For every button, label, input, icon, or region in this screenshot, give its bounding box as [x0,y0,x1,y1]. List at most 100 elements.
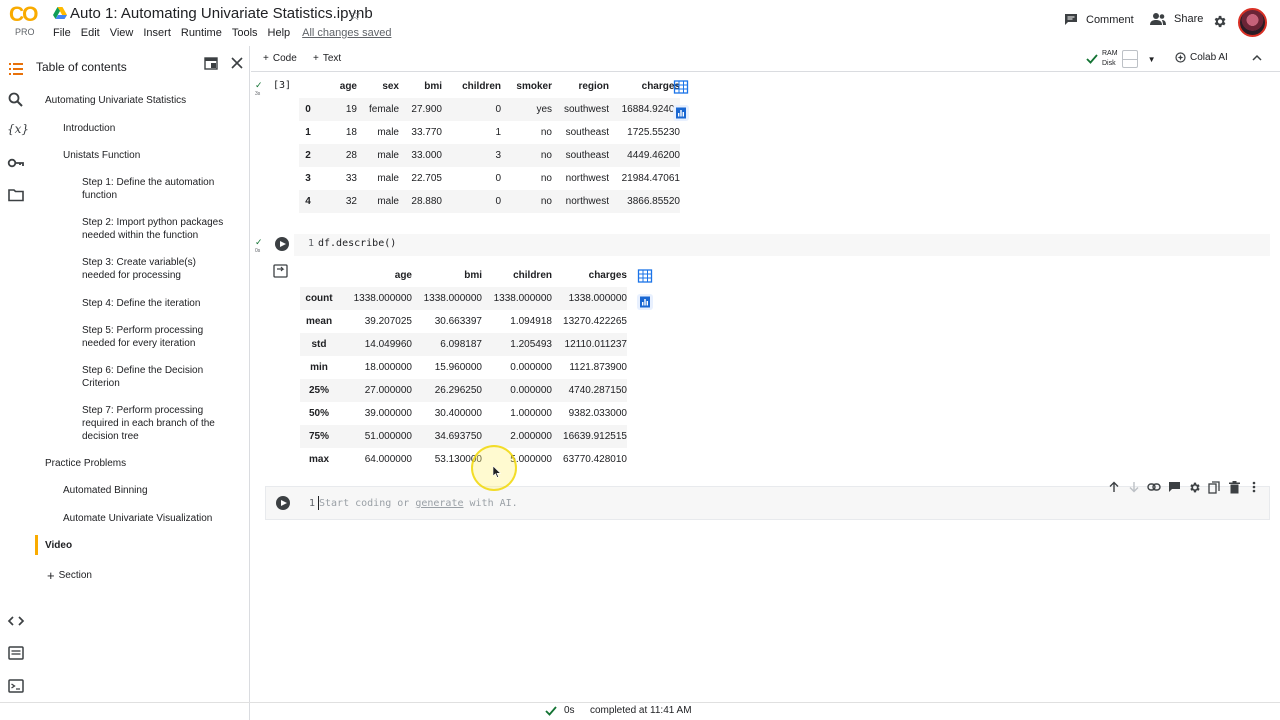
code-editor[interactable]: 1 df.describe() [294,234,1270,256]
menu-edit[interactable]: Edit [81,27,100,39]
cell-toolbar [1106,479,1262,495]
generate-link[interactable]: generate [415,498,463,509]
toc-item-automate-univariate-visualization[interactable]: Automate Univariate Visualization [63,512,233,525]
table-view-icon[interactable] [637,268,653,284]
colab-logo[interactable]: CO PRO [9,4,43,41]
code-placeholder[interactable]: Start coding or generate with AI. [319,498,518,509]
variables-icon[interactable]: {x} [7,122,29,140]
add-code-button[interactable]: + Code [263,53,297,64]
table-cell: 34.693750 [434,431,482,442]
terminal-icon[interactable] [7,677,25,695]
key-icon[interactable] [7,154,25,172]
mouse-pointer-icon [493,466,501,478]
menu-tools[interactable]: Tools [232,27,258,39]
chart-suggest-icon[interactable] [673,105,689,121]
open-in-tab-icon[interactable] [204,57,218,70]
move-down-icon[interactable] [1126,479,1142,495]
add-section-button[interactable]: + Section [47,568,92,583]
menu-help[interactable]: Help [268,27,291,39]
table-cell: 18 [345,127,357,138]
menu-runtime[interactable]: Runtime [181,27,222,39]
toc-item-step-7[interactable]: Step 7: Perform processing required in e… [82,404,232,443]
toc-item-unistats-function[interactable]: Unistats Function [63,149,233,162]
toc-item-step-4[interactable]: Step 4: Define the iteration [82,297,232,310]
table-cell: 1338.000000 [493,293,552,304]
row-index: 1 [305,127,311,138]
comment-button[interactable]: Comment [1064,13,1134,26]
toc-item-automating-univariate-statistics[interactable]: Automating Univariate Statistics [45,94,235,107]
menu-insert[interactable]: Insert [143,27,171,39]
drive-icon[interactable] [53,7,67,19]
table-cell: male [377,150,399,161]
table-cell: 1338.000000 [423,293,482,304]
table-cell: 1338.000000 [568,293,627,304]
menu-view[interactable]: View [110,27,134,39]
more-vert-icon[interactable] [1246,479,1262,495]
row-index: mean [305,316,333,327]
add-code-label: Code [272,53,297,64]
table-header-row: age sex bmi children smoker region charg… [299,75,680,98]
add-text-button[interactable]: + Text [313,53,341,64]
share-button[interactable]: Share [1150,13,1203,25]
table-cell: 12110.011237 [564,339,627,350]
menu-bar: File Edit View Insert Runtime Tools Help… [53,27,401,39]
column-header: age [339,81,357,92]
toc-item-step-5[interactable]: Step 5: Perform processing needed for ev… [82,324,232,350]
column-header: children [513,270,552,281]
code-snippets-icon[interactable] [7,612,25,630]
table-cell: 16884.92400 [621,104,680,115]
status-message[interactable]: completed at 11:41 AM [590,705,692,716]
code-line[interactable]: df.describe() [318,238,396,249]
column-header: children [462,81,501,92]
link-icon[interactable] [1146,479,1162,495]
resource-monitor[interactable]: RAM Disk ▼ [1086,49,1155,69]
star-icon[interactable]: ☆ [348,6,361,24]
row-index: min [310,362,328,373]
output-redirect-icon[interactable] [273,264,288,278]
save-status[interactable]: All changes saved [302,27,391,39]
row-index: std [311,339,327,350]
avatar[interactable] [1238,8,1267,37]
comment-icon[interactable] [1166,479,1182,495]
folder-icon[interactable] [7,186,25,204]
plus-icon: + [47,568,55,583]
gear-icon[interactable] [1212,14,1227,29]
table-cell: 63770.428010 [563,454,627,465]
command-palette-icon[interactable] [7,644,25,662]
run-cell-button[interactable] [275,237,289,251]
run-cell-button[interactable] [276,496,290,510]
toc-item-practice-problems[interactable]: Practice Problems [45,457,235,470]
close-icon[interactable] [231,57,243,69]
toc-item-video[interactable]: Video [45,539,235,552]
comment-label: Comment [1086,13,1134,26]
left-rail: {x} [0,46,32,720]
toc-item-step-6[interactable]: Step 6: Define the Decision Criterion [82,364,232,390]
colab-ai-button[interactable]: Colab AI [1175,52,1228,63]
mirror-cell-icon[interactable] [1206,479,1222,495]
toc-item-step-3[interactable]: Step 3: Create variable(s) needed for pr… [82,256,232,282]
table-cell: 51.000000 [364,431,412,442]
move-up-icon[interactable] [1106,479,1122,495]
search-icon[interactable] [7,91,25,109]
notebook-title[interactable]: Auto 1: Automating Univariate Statistics… [70,5,373,22]
toc-item-automated-binning[interactable]: Automated Binning [63,484,233,497]
describe-table: age bmi children charges count 1338.00000… [300,264,627,471]
toc-item-introduction[interactable]: Introduction [63,122,233,135]
gear-icon[interactable] [1186,479,1202,495]
table-cell: 1.205493 [510,339,552,350]
row-index: 50% [308,408,329,419]
table-cell: 28.880 [411,196,442,207]
toc-item-step-2[interactable]: Step 2: Import python packages needed wi… [82,216,232,242]
toc-panel: Table of contents Automating Univariate … [32,46,250,720]
delete-icon[interactable] [1226,479,1242,495]
toc-list-icon[interactable] [7,60,25,78]
menu-file[interactable]: File [53,27,71,39]
chevron-down-icon[interactable]: ▼ [1148,55,1156,64]
toc-item-step-1[interactable]: Step 1: Define the automation function [82,176,232,202]
table-view-icon[interactable] [673,79,689,95]
chart-suggest-icon[interactable] [637,294,653,310]
chevron-up-icon[interactable] [1251,52,1263,64]
pro-badge: PRO [15,27,35,37]
table-row: mean 39.207025 30.663397 1.094918 13270.4222… [300,310,627,333]
table-cell: 18.000000 [364,362,412,373]
